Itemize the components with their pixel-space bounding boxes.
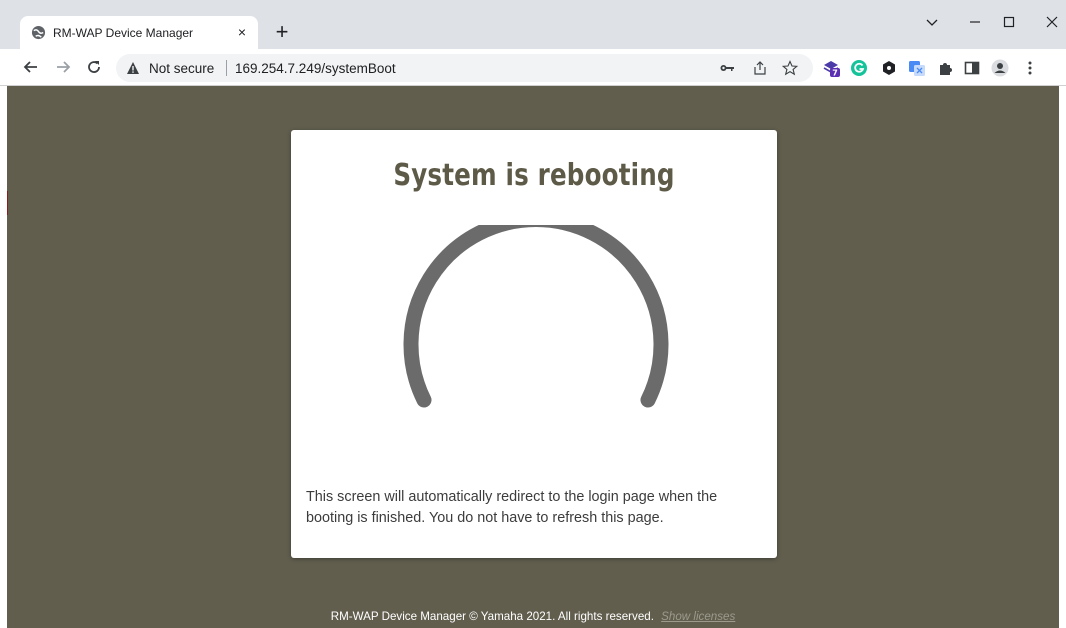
share-icon[interactable]: [752, 60, 768, 76]
tab-close-button[interactable]: ×: [233, 23, 251, 41]
browser-tab[interactable]: RM-WAP Device Manager ×: [20, 16, 258, 49]
redirect-message: This screen will automatically redirect …: [306, 489, 718, 526]
side-panel-icon[interactable]: [963, 59, 981, 77]
close-window-icon[interactable]: [1040, 10, 1064, 34]
copyright-text: RM-WAP Device Manager © Yamaha 2021. All…: [330, 610, 654, 623]
show-licenses-link[interactable]: Show licenses: [661, 610, 735, 623]
forward-arrow-icon[interactable]: [54, 58, 72, 76]
profile-avatar-icon[interactable]: [991, 59, 1009, 77]
page-title: System is rebooting: [393, 158, 675, 193]
more-menu-icon[interactable]: [1021, 59, 1039, 77]
browser-toolbar: Not secure 169.254.7.249/systemBoot 7: [0, 49, 1066, 86]
tab-search-chevron-icon[interactable]: [920, 10, 944, 34]
key-icon[interactable]: [719, 60, 735, 76]
cube-extension-icon[interactable]: [880, 59, 898, 77]
minimize-icon[interactable]: [963, 10, 987, 34]
omnibox-divider: [226, 60, 227, 76]
reload-icon[interactable]: [85, 58, 103, 76]
back-arrow-icon[interactable]: [22, 58, 40, 76]
reboot-dialog: System is rebooting This screen will aut…: [291, 130, 777, 558]
loading-spinner-icon: [403, 225, 669, 408]
layers-extension-icon[interactable]: 7: [822, 59, 840, 77]
extension-badge: 7: [832, 69, 838, 78]
grammarly-icon[interactable]: [850, 59, 868, 77]
tab-title: RM-WAP Device Manager: [53, 26, 194, 40]
globe-icon: [31, 25, 46, 40]
puzzle-extensions-icon[interactable]: [936, 59, 954, 77]
warning-icon[interactable]: [126, 61, 140, 75]
address-bar[interactable]: Not secure 169.254.7.249/systemBoot: [116, 54, 813, 82]
page-viewport: System is rebooting This screen will aut…: [0, 86, 1066, 628]
url-text[interactable]: 169.254.7.249/systemBoot: [235, 61, 396, 76]
translate-extension-icon[interactable]: [908, 59, 926, 77]
maximize-icon[interactable]: [997, 10, 1021, 34]
page-footer: RM-WAP Device Manager © Yamaha 2021. All…: [0, 610, 1066, 623]
bookmark-star-icon[interactable]: [782, 60, 798, 76]
new-tab-button[interactable]: +: [271, 21, 293, 44]
tab-strip: RM-WAP Device Manager × +: [0, 0, 1066, 49]
security-status[interactable]: Not secure: [149, 61, 214, 76]
page-edge-marker: [7, 191, 8, 215]
